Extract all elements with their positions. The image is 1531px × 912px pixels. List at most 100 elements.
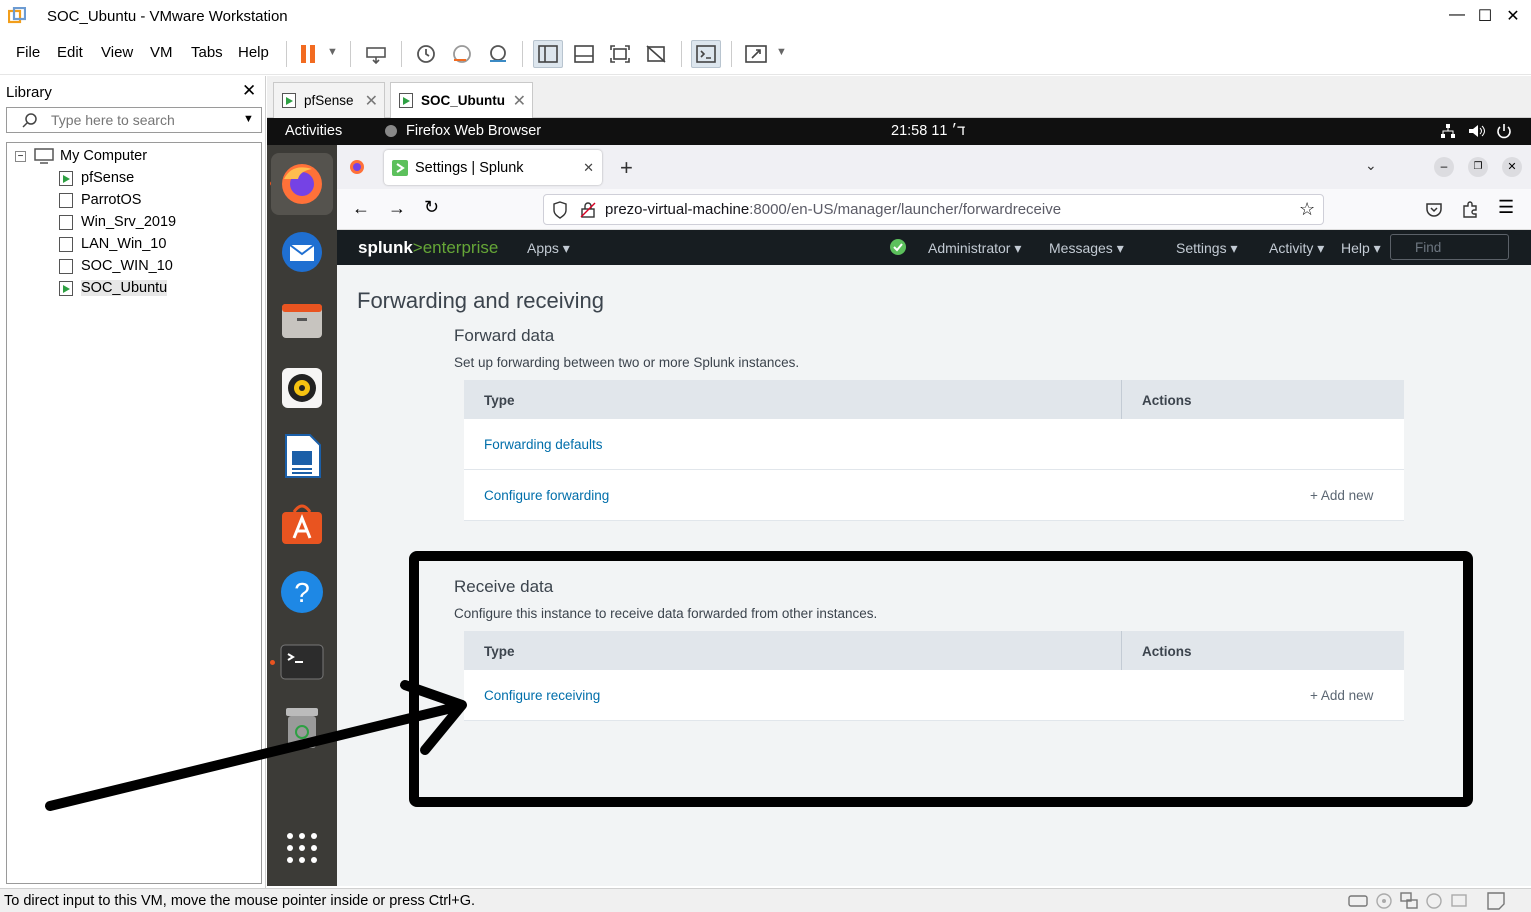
- show-applications-button[interactable]: [279, 825, 325, 871]
- back-arrow-icon[interactable]: ←: [352, 198, 370, 219]
- menu-view[interactable]: View: [101, 44, 133, 61]
- close-tab-icon[interactable]: ✕: [513, 91, 526, 111]
- dock-files[interactable]: [279, 297, 325, 343]
- message-log-icon[interactable]: [1486, 891, 1506, 911]
- maximize-button[interactable]: ☐: [1475, 6, 1495, 26]
- snapshot-button[interactable]: [411, 40, 441, 68]
- sound-card-icon[interactable]: [1425, 892, 1443, 910]
- hard-disk-icon[interactable]: [1348, 893, 1368, 909]
- reload-icon[interactable]: ↻: [424, 197, 439, 218]
- network-adapter-icon[interactable]: [1400, 892, 1418, 910]
- chevron-down-icon[interactable]: ▼: [327, 46, 338, 58]
- url-bar[interactable]: prezo-virtual-machine:8000/en-US/manager…: [543, 194, 1324, 225]
- forwarding-defaults-link[interactable]: Forwarding defaults: [484, 437, 603, 452]
- url-text[interactable]: prezo-virtual-machine:8000/en-US/manager…: [605, 201, 1061, 218]
- pause-vm-button[interactable]: [294, 40, 324, 68]
- gnome-top-bar: Activities Firefox Web Browser ד׳ 11 21:…: [267, 118, 1531, 145]
- insecure-lock-icon[interactable]: [580, 201, 596, 219]
- ff-minimize-button[interactable]: –: [1434, 157, 1454, 177]
- menu-help[interactable]: Help: [238, 44, 269, 61]
- vm-tab-soc-ubuntu[interactable]: SOC_Ubuntu ✕: [390, 82, 533, 118]
- col-type[interactable]: Type: [484, 393, 515, 408]
- dock-help[interactable]: ?: [279, 569, 325, 615]
- messages-menu[interactable]: Messages ▾: [1049, 240, 1124, 257]
- vm-tab-pfsense[interactable]: pfSense ✕: [273, 82, 385, 118]
- library-search[interactable]: ▼: [6, 107, 262, 133]
- ubuntu-dock: ?: [267, 145, 337, 886]
- rhythmbox-icon: [282, 368, 322, 408]
- display-icon[interactable]: [1450, 892, 1468, 910]
- activities-button[interactable]: Activities: [285, 123, 342, 139]
- network-icon[interactable]: [1440, 123, 1456, 139]
- pocket-icon[interactable]: [1426, 201, 1442, 217]
- configure-receiving-link[interactable]: Configure receiving: [484, 688, 600, 703]
- browser-tab-settings-splunk[interactable]: Settings | Splunk ✕: [384, 150, 602, 185]
- close-library-icon[interactable]: ✕: [242, 81, 256, 101]
- full-screen-button[interactable]: [605, 40, 635, 68]
- collapse-icon[interactable]: −: [15, 150, 26, 162]
- show-library-button[interactable]: [533, 40, 563, 68]
- menu-tabs[interactable]: Tabs: [191, 44, 223, 61]
- revert-snapshot-button[interactable]: [447, 40, 477, 68]
- vm-item-win-srv-2019[interactable]: Win_Srv_2019: [59, 211, 176, 233]
- clock[interactable]: ד׳ 11 21:58: [891, 123, 965, 139]
- dropdown-arrow-icon[interactable]: ▼: [243, 113, 254, 125]
- forward-arrow-icon[interactable]: →: [388, 198, 406, 219]
- dock-firefox[interactable]: [271, 153, 333, 215]
- chevron-down-icon[interactable]: ▼: [776, 46, 787, 58]
- vm-item-soc-win-10[interactable]: SOC_WIN_10: [59, 255, 173, 277]
- health-status-icon[interactable]: [889, 238, 907, 256]
- vm-item-lan-win-10[interactable]: LAN_Win_10: [59, 233, 166, 255]
- extensions-icon[interactable]: [1461, 200, 1479, 218]
- vm-item-soc-ubuntu[interactable]: SOC_Ubuntu: [59, 277, 168, 299]
- show-thumbnail-bar-button[interactable]: [569, 40, 599, 68]
- stretch-guest-button[interactable]: [741, 40, 771, 68]
- close-tab-icon[interactable]: ✕: [365, 91, 378, 111]
- activity-menu[interactable]: Activity ▾: [1269, 240, 1324, 257]
- menu-edit[interactable]: Edit: [57, 44, 83, 61]
- list-tabs-chevron-icon[interactable]: ⌄: [1365, 157, 1377, 174]
- new-tab-button[interactable]: +: [620, 155, 633, 181]
- splunk-logo[interactable]: splunk>enterprise: [358, 238, 498, 258]
- firefox-view-icon[interactable]: [349, 159, 365, 175]
- help-menu[interactable]: Help ▾: [1341, 240, 1381, 257]
- dock-libreoffice-writer[interactable]: [279, 433, 325, 479]
- dock-thunderbird[interactable]: [279, 229, 325, 275]
- administrator-menu[interactable]: Administrator ▾: [928, 240, 1021, 257]
- vm-item-parrotos[interactable]: ParrotOS: [59, 189, 141, 211]
- unity-button[interactable]: [641, 40, 671, 68]
- shield-icon[interactable]: [552, 201, 568, 219]
- dock-terminal[interactable]: [279, 639, 325, 685]
- volume-icon[interactable]: [1468, 123, 1486, 139]
- apps-menu[interactable]: Apps ▾: [527, 240, 570, 257]
- snapshot-manager-button[interactable]: [483, 40, 513, 68]
- col-type[interactable]: Type: [484, 644, 515, 659]
- vm-item-pfsense[interactable]: pfSense: [59, 167, 134, 189]
- send-ctrl-alt-del-button[interactable]: [361, 40, 391, 68]
- library-search-input[interactable]: [51, 112, 231, 128]
- page-title: Forwarding and receiving: [357, 288, 605, 313]
- settings-menu[interactable]: Settings ▾: [1176, 240, 1238, 257]
- ff-close-button[interactable]: ✕: [1502, 157, 1522, 177]
- menu-vm[interactable]: VM: [150, 44, 173, 61]
- dock-software[interactable]: [279, 501, 325, 547]
- minimize-button[interactable]: —: [1447, 6, 1467, 24]
- add-new-receiving-link[interactable]: + Add new: [1310, 688, 1373, 703]
- close-window-button[interactable]: ✕: [1503, 6, 1523, 26]
- hamburger-menu-icon[interactable]: ☰: [1498, 197, 1514, 218]
- configure-forwarding-link[interactable]: Configure forwarding: [484, 488, 609, 503]
- browser-tab-title: Settings | Splunk: [415, 159, 524, 176]
- ff-restore-button[interactable]: ❐: [1468, 157, 1488, 177]
- dock-trash[interactable]: [279, 705, 325, 751]
- close-tab-icon[interactable]: ✕: [583, 160, 594, 176]
- dock-rhythmbox[interactable]: [279, 365, 325, 411]
- menu-file[interactable]: File: [16, 44, 40, 61]
- power-icon[interactable]: [1496, 123, 1512, 139]
- console-view-button[interactable]: [691, 40, 721, 68]
- add-new-forwarding-link[interactable]: + Add new: [1310, 488, 1373, 503]
- find-input[interactable]: Find: [1390, 234, 1509, 260]
- active-app-name[interactable]: Firefox Web Browser: [406, 123, 541, 139]
- bookmark-star-icon[interactable]: ☆: [1299, 199, 1315, 220]
- cd-rom-icon[interactable]: [1375, 892, 1393, 910]
- tree-root[interactable]: − My Computer: [15, 145, 147, 167]
